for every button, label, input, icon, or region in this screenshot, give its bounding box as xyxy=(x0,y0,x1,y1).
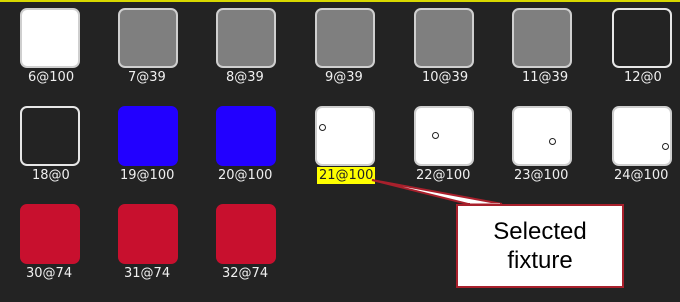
fixture-swatch xyxy=(216,204,276,264)
fixture-swatch xyxy=(315,106,375,166)
fixture-swatch xyxy=(512,8,572,68)
fixture-12[interactable]: 12@0 xyxy=(592,0,680,96)
fixture-label: 12@0 xyxy=(624,70,662,85)
fixture-32[interactable]: 32@74 xyxy=(196,196,294,292)
position-dot-icon xyxy=(432,132,439,139)
fixture-label: 22@100 xyxy=(416,168,471,183)
callout-line-2: fixture xyxy=(507,247,573,274)
fixture-21-selected[interactable]: 21@100 xyxy=(295,98,393,194)
fixture-31[interactable]: 31@74 xyxy=(98,196,196,292)
fixture-swatch xyxy=(20,106,80,166)
fixture-label-selected: 21@100 xyxy=(317,167,376,184)
fixture-label: 23@100 xyxy=(514,168,569,183)
fixture-swatch xyxy=(20,204,80,264)
fixture-label: 9@39 xyxy=(325,70,363,85)
fixture-label: 11@39 xyxy=(522,70,569,85)
fixture-18[interactable]: 18@0 xyxy=(0,98,98,194)
fixture-label: 24@100 xyxy=(614,168,669,183)
fixture-swatch xyxy=(118,8,178,68)
fixture-label: 31@74 xyxy=(124,266,171,281)
fixture-swatch xyxy=(512,106,572,166)
fixture-9[interactable]: 9@39 xyxy=(295,0,393,96)
fixture-23[interactable]: 23@100 xyxy=(492,98,590,194)
fixture-7[interactable]: 7@39 xyxy=(98,0,196,96)
fixture-label: 6@100 xyxy=(28,70,75,85)
fixture-label: 19@100 xyxy=(120,168,175,183)
fixture-swatch xyxy=(612,8,672,68)
fixture-label: 32@74 xyxy=(222,266,269,281)
fixture-6[interactable]: 6@100 xyxy=(0,0,98,96)
fixture-20[interactable]: 20@100 xyxy=(196,98,294,194)
position-dot-icon xyxy=(319,124,326,131)
fixture-swatch xyxy=(118,106,178,166)
fixture-swatch xyxy=(216,8,276,68)
position-dot-icon xyxy=(662,143,669,150)
callout-line-1: Selected xyxy=(493,218,587,245)
fixture-swatch xyxy=(414,8,474,68)
fixture-label: 10@39 xyxy=(422,70,469,85)
fixture-8[interactable]: 8@39 xyxy=(196,0,294,96)
fixture-22[interactable]: 22@100 xyxy=(394,98,492,194)
fixture-24[interactable]: 24@100 xyxy=(592,98,680,194)
fixture-label: 8@39 xyxy=(226,70,264,85)
fixture-swatch xyxy=(414,106,474,166)
fixture-swatch xyxy=(315,8,375,68)
fixture-10[interactable]: 10@39 xyxy=(394,0,492,96)
fixture-19[interactable]: 19@100 xyxy=(98,98,196,194)
fixture-label: 7@39 xyxy=(128,70,166,85)
fixture-label: 20@100 xyxy=(218,168,273,183)
fixture-11[interactable]: 11@39 xyxy=(492,0,590,96)
fixture-swatch xyxy=(20,8,80,68)
fixture-swatch xyxy=(118,204,178,264)
fixture-label: 30@74 xyxy=(26,266,73,281)
selected-fixture-callout: Selected fixture xyxy=(456,204,624,288)
fixture-swatch xyxy=(612,106,672,166)
fixture-label: 18@0 xyxy=(32,168,70,183)
fixture-30[interactable]: 30@74 xyxy=(0,196,98,292)
fixture-swatch xyxy=(216,106,276,166)
position-dot-icon xyxy=(549,138,556,145)
